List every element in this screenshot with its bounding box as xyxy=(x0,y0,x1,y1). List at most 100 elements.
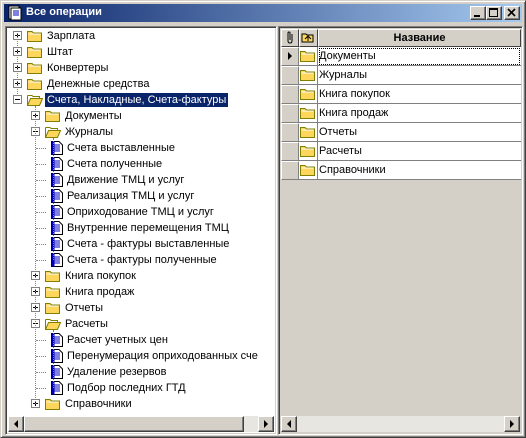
tree-item[interactable]: Отчеты xyxy=(6,300,274,316)
tree-item[interactable]: Денежные средства xyxy=(6,76,274,92)
up-folder-header-button[interactable] xyxy=(299,29,318,47)
grid-cell-name[interactable]: Расчеты xyxy=(318,142,521,161)
folder-icon xyxy=(299,161,318,180)
tree-item[interactable]: Штат xyxy=(6,44,274,60)
folder-icon xyxy=(299,142,318,161)
scroll-right-button[interactable] xyxy=(258,416,274,432)
grid-cell-name[interactable]: Книга покупок xyxy=(318,85,521,104)
tree-item[interactable]: Счета - фактуры полученные xyxy=(6,252,274,268)
tree-item[interactable]: Книга покупок xyxy=(6,268,274,284)
window: Все операции Зарплата Штат Конвертеры Денеж… xyxy=(0,0,526,438)
tree-item[interactable]: Счета, Накладные, Счета-фактуры xyxy=(6,92,274,108)
column-header-name[interactable]: Название xyxy=(318,29,521,47)
close-button[interactable] xyxy=(504,6,520,20)
tree-item-label: Книга продаж xyxy=(65,286,135,298)
tree-item[interactable]: Справочники xyxy=(6,396,274,412)
tree-connector xyxy=(36,260,46,261)
row-indicator[interactable] xyxy=(281,161,299,180)
tree-item[interactable]: Расчет учетных цен xyxy=(6,332,274,348)
tree-item-label: Расчеты xyxy=(65,318,108,330)
grid-row[interactable]: Расчеты xyxy=(281,142,521,161)
window-title: Все операции xyxy=(26,6,102,18)
tree-item[interactable]: Документы xyxy=(6,108,274,124)
arrow-right-icon xyxy=(510,420,514,428)
grid-cell-name[interactable]: Отчеты xyxy=(318,123,521,142)
tree-pane[interactable]: Зарплата Штат Конвертеры Денежные средства С… xyxy=(5,26,277,435)
list-pane[interactable]: Название Документы Журналы Книга покупок Кн… xyxy=(278,26,523,435)
row-indicator[interactable] xyxy=(281,85,299,104)
tree-item[interactable]: Конвертеры xyxy=(6,60,274,76)
maximize-button[interactable] xyxy=(486,6,502,20)
tree-item-label: Внутренние перемещения ТМЦ xyxy=(67,222,229,234)
grid-row[interactable]: Отчеты xyxy=(281,123,521,142)
folder-up-icon xyxy=(301,33,314,43)
minimize-button[interactable] xyxy=(470,6,486,20)
row-indicator[interactable] xyxy=(281,104,299,123)
scroll-right-button[interactable] xyxy=(504,416,520,432)
tree-item[interactable]: Перенумерация оприходованных сче xyxy=(6,348,274,364)
row-indicator[interactable] xyxy=(281,66,299,85)
tree-item[interactable]: Книга продаж xyxy=(6,284,274,300)
titlebar[interactable]: Все операции xyxy=(4,4,522,22)
folder-icon xyxy=(45,301,61,315)
tree-item[interactable]: Счета выставленные xyxy=(6,140,274,156)
app-icon xyxy=(8,5,22,21)
grid-row[interactable]: Справочники xyxy=(281,161,521,180)
row-indicator[interactable] xyxy=(281,123,299,142)
tree-item-label: Книга покупок xyxy=(65,270,136,282)
row-indicator[interactable] xyxy=(281,47,299,66)
tree-item-label: Отчеты xyxy=(65,302,104,314)
grid-row[interactable]: Книга продаж xyxy=(281,104,521,123)
tree-connector xyxy=(36,180,46,181)
tree-item[interactable]: Журналы xyxy=(6,124,274,140)
grid-row[interactable]: Журналы xyxy=(281,66,521,85)
tree-item[interactable]: Расчеты xyxy=(6,316,274,332)
scroll-thumb[interactable] xyxy=(24,416,244,432)
grid-cell-name[interactable]: Документы xyxy=(318,47,521,66)
tree-item[interactable]: Реализация ТМЦ и услуг xyxy=(6,188,274,204)
tree-item[interactable]: Оприходование ТМЦ и услуг xyxy=(6,204,274,220)
tree-item[interactable]: Зарплата xyxy=(6,28,274,44)
tree-horizontal-scrollbar[interactable] xyxy=(8,416,274,432)
grid-cell-name[interactable]: Справочники xyxy=(318,161,521,180)
row-indicator[interactable] xyxy=(281,142,299,161)
folder-icon xyxy=(27,77,43,91)
tree-connector xyxy=(36,148,46,149)
grid-row[interactable]: Документы xyxy=(281,47,521,66)
tree-item-label: Удаление резервов xyxy=(67,366,167,378)
tree-item[interactable]: Удаление резервов xyxy=(6,364,274,380)
scroll-left-button[interactable] xyxy=(8,416,24,432)
tree-item[interactable]: Внутренние перемещения ТМЦ xyxy=(6,220,274,236)
folder-icon xyxy=(45,109,61,123)
tree-connector xyxy=(36,244,46,245)
paperclip-header-button[interactable] xyxy=(281,29,299,47)
tree-connector xyxy=(36,356,46,357)
tree-connector xyxy=(35,106,36,404)
arrow-left-icon xyxy=(14,420,18,428)
tree-item[interactable]: Счета - фактуры выставленные xyxy=(6,236,274,252)
tree-connector xyxy=(53,138,54,260)
tree-item[interactable]: Движение ТМЦ и услуг xyxy=(6,172,274,188)
tree-item[interactable]: Подбор последних ГТД xyxy=(6,380,274,396)
tree-item-label: Счета - фактуры выставленные xyxy=(67,238,230,250)
tree-item-label: Журналы xyxy=(65,126,114,138)
folder-icon xyxy=(299,123,318,142)
grid-row[interactable]: Книга покупок xyxy=(281,85,521,104)
tree-item-label: Расчет учетных цен xyxy=(67,334,168,346)
grid-header: Название xyxy=(281,29,521,47)
tree-connector xyxy=(36,372,46,373)
tree-item-label: Оприходование ТМЦ и услуг xyxy=(67,206,214,218)
collapse-toggle[interactable] xyxy=(13,95,22,104)
tree-item-label: Штат xyxy=(47,46,73,58)
tree-connector xyxy=(36,196,46,197)
tree-connector xyxy=(36,340,46,341)
scroll-left-button[interactable] xyxy=(281,416,297,432)
tree-item[interactable]: Счета полученные xyxy=(6,156,274,172)
grid-cell-name[interactable]: Журналы xyxy=(318,66,521,85)
folder-open-icon xyxy=(45,317,62,331)
grid-cell-name[interactable]: Книга продаж xyxy=(318,104,521,123)
tree-connector xyxy=(36,388,46,389)
list-horizontal-scrollbar[interactable] xyxy=(281,416,520,432)
close-icon xyxy=(507,8,516,17)
folder-icon xyxy=(27,45,43,59)
